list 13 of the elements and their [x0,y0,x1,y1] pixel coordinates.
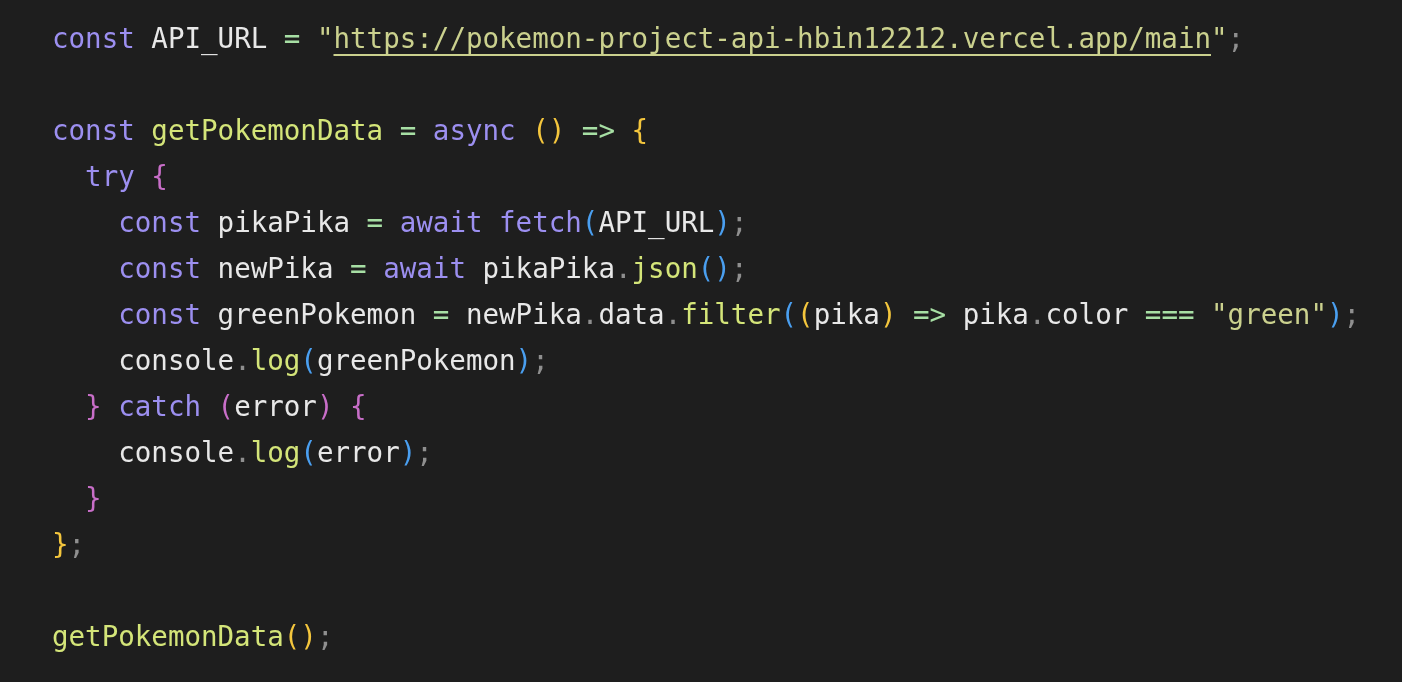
code-line: const pikaPika = await fetch(API_URL); [117,205,748,241]
code-line: const API_URL = "https://pokemon-project-api-hbin12212.vercel.app/main"; [52,21,1245,57]
code-line: const newPika = await pikaPika.json(); [117,251,748,286]
url-link[interactable]: https://pokemon-project-api-hbin12212.vercel.app/main [333,22,1211,54]
code-line: const getPokemonData = async () => { [52,113,649,148]
code-line: } [84,481,102,516]
code-line: console.log(error); [117,435,433,470]
code-line: } catch (error) { [84,389,367,424]
code-line: }; [52,527,86,562]
code-line: getPokemonData(); [52,619,334,654]
code-line: const greenPokemon = newPika.data.filter((pika) => pika.color === "green"); [117,297,1361,332]
code-line: try { [84,159,168,194]
code-line: console.log(greenPokemon); [117,343,549,378]
